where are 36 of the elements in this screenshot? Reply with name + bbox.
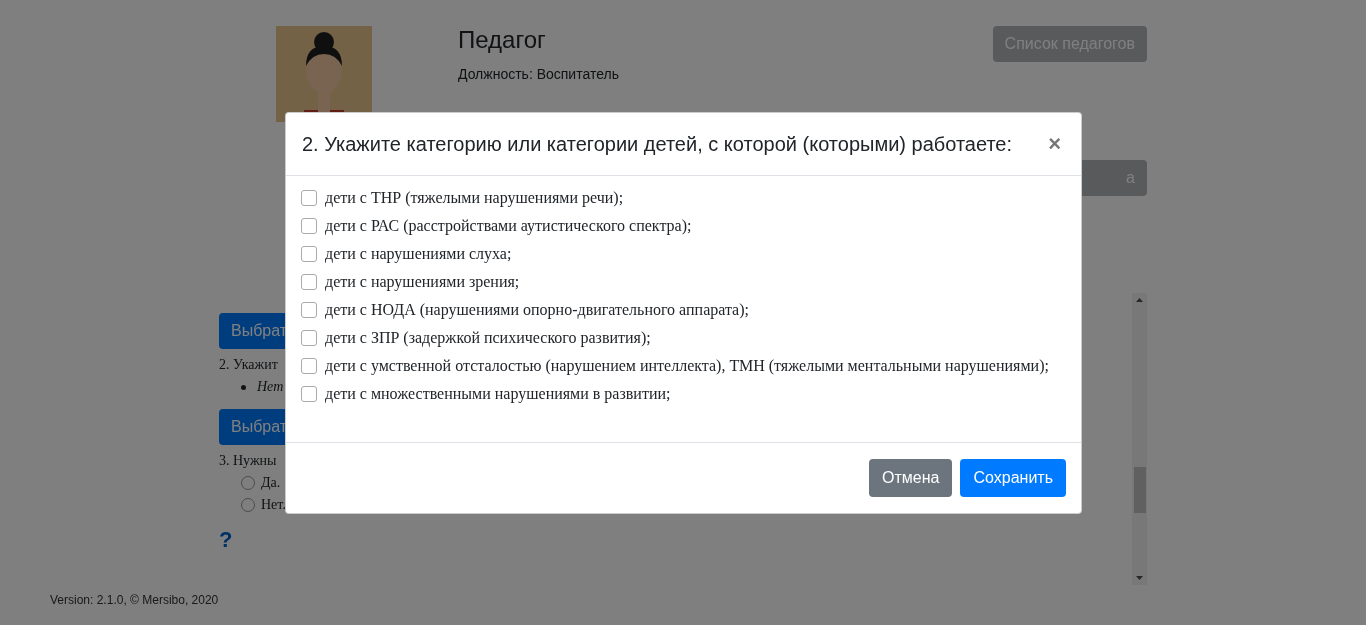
teacher-name: Педагог bbox=[458, 26, 547, 54]
option-label: дети с ЗПР (задержкой психического развития); bbox=[325, 329, 651, 347]
cancel-button[interactable]: Отмена bbox=[869, 459, 953, 497]
modal-title: 2. Укажите категорию или категории детей, с которой (которыми) работаете: bbox=[302, 132, 1013, 156]
option-label: дети с умственной отсталостью (нарушением интеллекта), ТМН (тяжелыми ментальными нарушениями); bbox=[325, 357, 1049, 375]
scrollbar[interactable] bbox=[1132, 293, 1147, 585]
checkbox[interactable] bbox=[301, 190, 317, 206]
option-label: дети с нарушениями слуха; bbox=[325, 245, 512, 263]
position-text: Должность: Воспитатель bbox=[458, 66, 620, 82]
radio-button[interactable] bbox=[241, 476, 255, 490]
checkbox[interactable] bbox=[301, 302, 317, 318]
scroll-thumb[interactable] bbox=[1133, 467, 1146, 513]
option-label: дети с нарушениями зрения; bbox=[325, 273, 520, 291]
radio-label: Да. bbox=[261, 475, 281, 491]
checkbox[interactable] bbox=[301, 218, 317, 234]
radio-button[interactable] bbox=[241, 498, 255, 512]
option-label: дети с РАС (расстройствами аутистического спектра); bbox=[325, 217, 692, 235]
checkbox[interactable] bbox=[301, 274, 317, 290]
checkbox[interactable] bbox=[301, 386, 317, 402]
checkbox[interactable] bbox=[301, 246, 317, 262]
version-text: Version: 2.1.0, © Mersibo, 2020 bbox=[50, 593, 219, 607]
checkbox[interactable] bbox=[301, 330, 317, 346]
scroll-up-icon[interactable] bbox=[1136, 298, 1143, 302]
radio-label: Нет. bbox=[261, 497, 286, 513]
question-text: 3. Нужны bbox=[219, 453, 277, 469]
save-button[interactable]: Сохранить bbox=[960, 459, 1066, 497]
bullet-icon bbox=[241, 384, 246, 390]
close-button[interactable]: × bbox=[1044, 131, 1065, 157]
answer-text: Нет bbox=[257, 379, 284, 395]
option-label: дети с НОДА (нарушениями опорно-двигательного аппарата); bbox=[325, 301, 749, 319]
option-label: дети с ТНР (тяжелыми нарушениями речи); bbox=[325, 189, 624, 207]
option-label: дети с множественными нарушениями в развитии; bbox=[325, 385, 671, 403]
help-icon[interactable]: ? bbox=[219, 527, 233, 553]
scroll-down-icon[interactable] bbox=[1136, 576, 1143, 580]
question-text: 2. Укажит bbox=[219, 357, 278, 373]
checkbox[interactable] bbox=[301, 358, 317, 374]
